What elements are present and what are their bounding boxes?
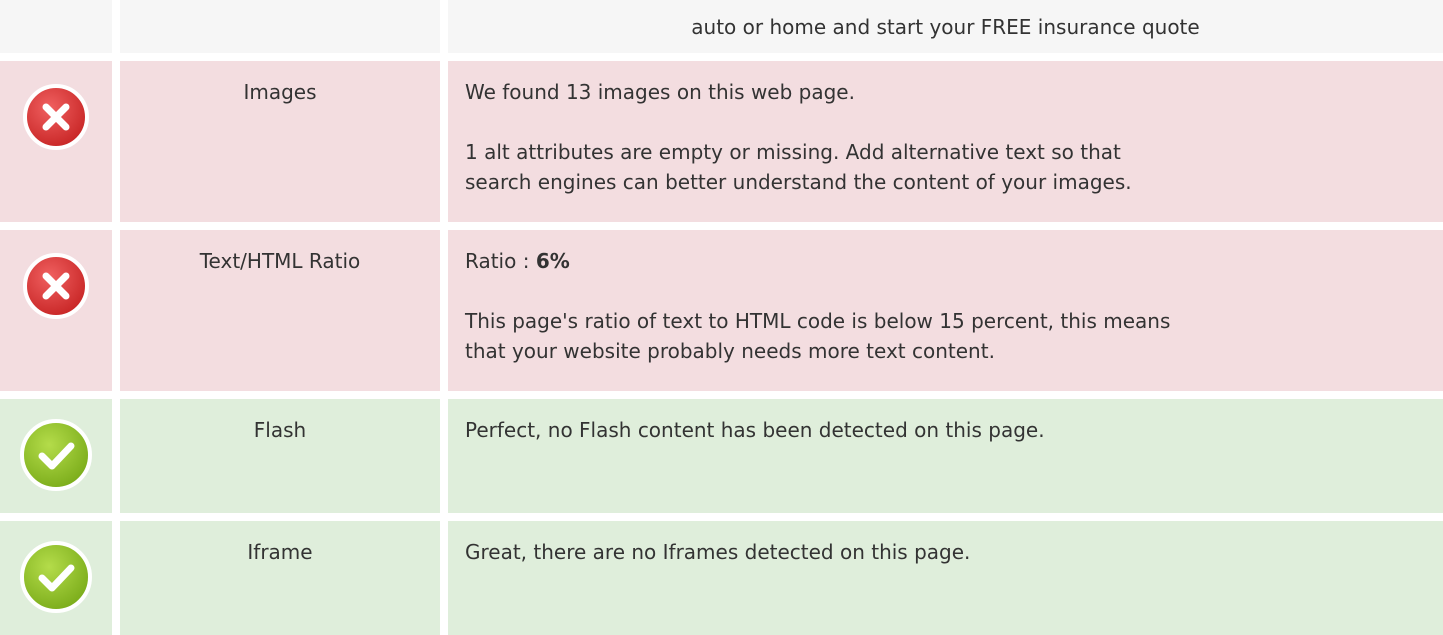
flash-row: Flash Perfect, no Flash content has been…	[0, 399, 1443, 513]
ratio-label: Text/HTML Ratio	[120, 230, 440, 391]
images-alt-line-1: 1 alt attributes are empty or missing. A…	[465, 140, 1121, 164]
iframe-label: Iframe	[120, 521, 440, 635]
iframe-message: Great, there are no Iframes detected on …	[465, 540, 971, 564]
text-html-ratio-row: Text/HTML Ratio Ratio : 6% This page's r…	[0, 230, 1443, 391]
images-details: We found 13 images on this web page. 1 a…	[448, 61, 1443, 222]
ratio-explanation-line-2: that your website probably needs more te…	[465, 339, 995, 363]
empty-label-cell	[120, 0, 440, 53]
iframe-status-cell	[0, 521, 112, 635]
ratio-explanation-line-1: This page's ratio of text to HTML code i…	[465, 309, 1171, 333]
ratio-details: Ratio : 6% This page's ratio of text to …	[448, 230, 1443, 391]
ratio-line: Ratio : 6%	[465, 246, 1431, 276]
description-text: auto or home and start your FREE insuran…	[448, 0, 1443, 53]
error-x-icon	[22, 252, 90, 320]
ratio-prefix: Ratio :	[465, 249, 536, 273]
iframe-details: Great, there are no Iframes detected on …	[448, 521, 1443, 635]
images-row: Images We found 13 images on this web pa…	[0, 61, 1443, 222]
iframe-row: Iframe Great, there are no Iframes detec…	[0, 521, 1443, 635]
flash-label: Flash	[120, 399, 440, 513]
check-icon	[18, 417, 94, 493]
images-label: Images	[120, 61, 440, 222]
description-row: auto or home and start your FREE insuran…	[0, 0, 1443, 53]
seo-report-table: auto or home and start your FREE insuran…	[0, 0, 1443, 635]
check-icon	[18, 539, 94, 615]
flash-message: Perfect, no Flash content has been detec…	[465, 418, 1045, 442]
flash-details: Perfect, no Flash content has been detec…	[448, 399, 1443, 513]
empty-icon-cell	[0, 0, 112, 53]
ratio-status-cell	[0, 230, 112, 391]
images-summary: We found 13 images on this web page.	[465, 80, 855, 104]
images-alt-line-2: search engines can better understand the…	[465, 170, 1132, 194]
ratio-value: 6%	[535, 249, 570, 273]
images-status-cell	[0, 61, 112, 222]
flash-status-cell	[0, 399, 112, 513]
error-x-icon	[22, 83, 90, 151]
